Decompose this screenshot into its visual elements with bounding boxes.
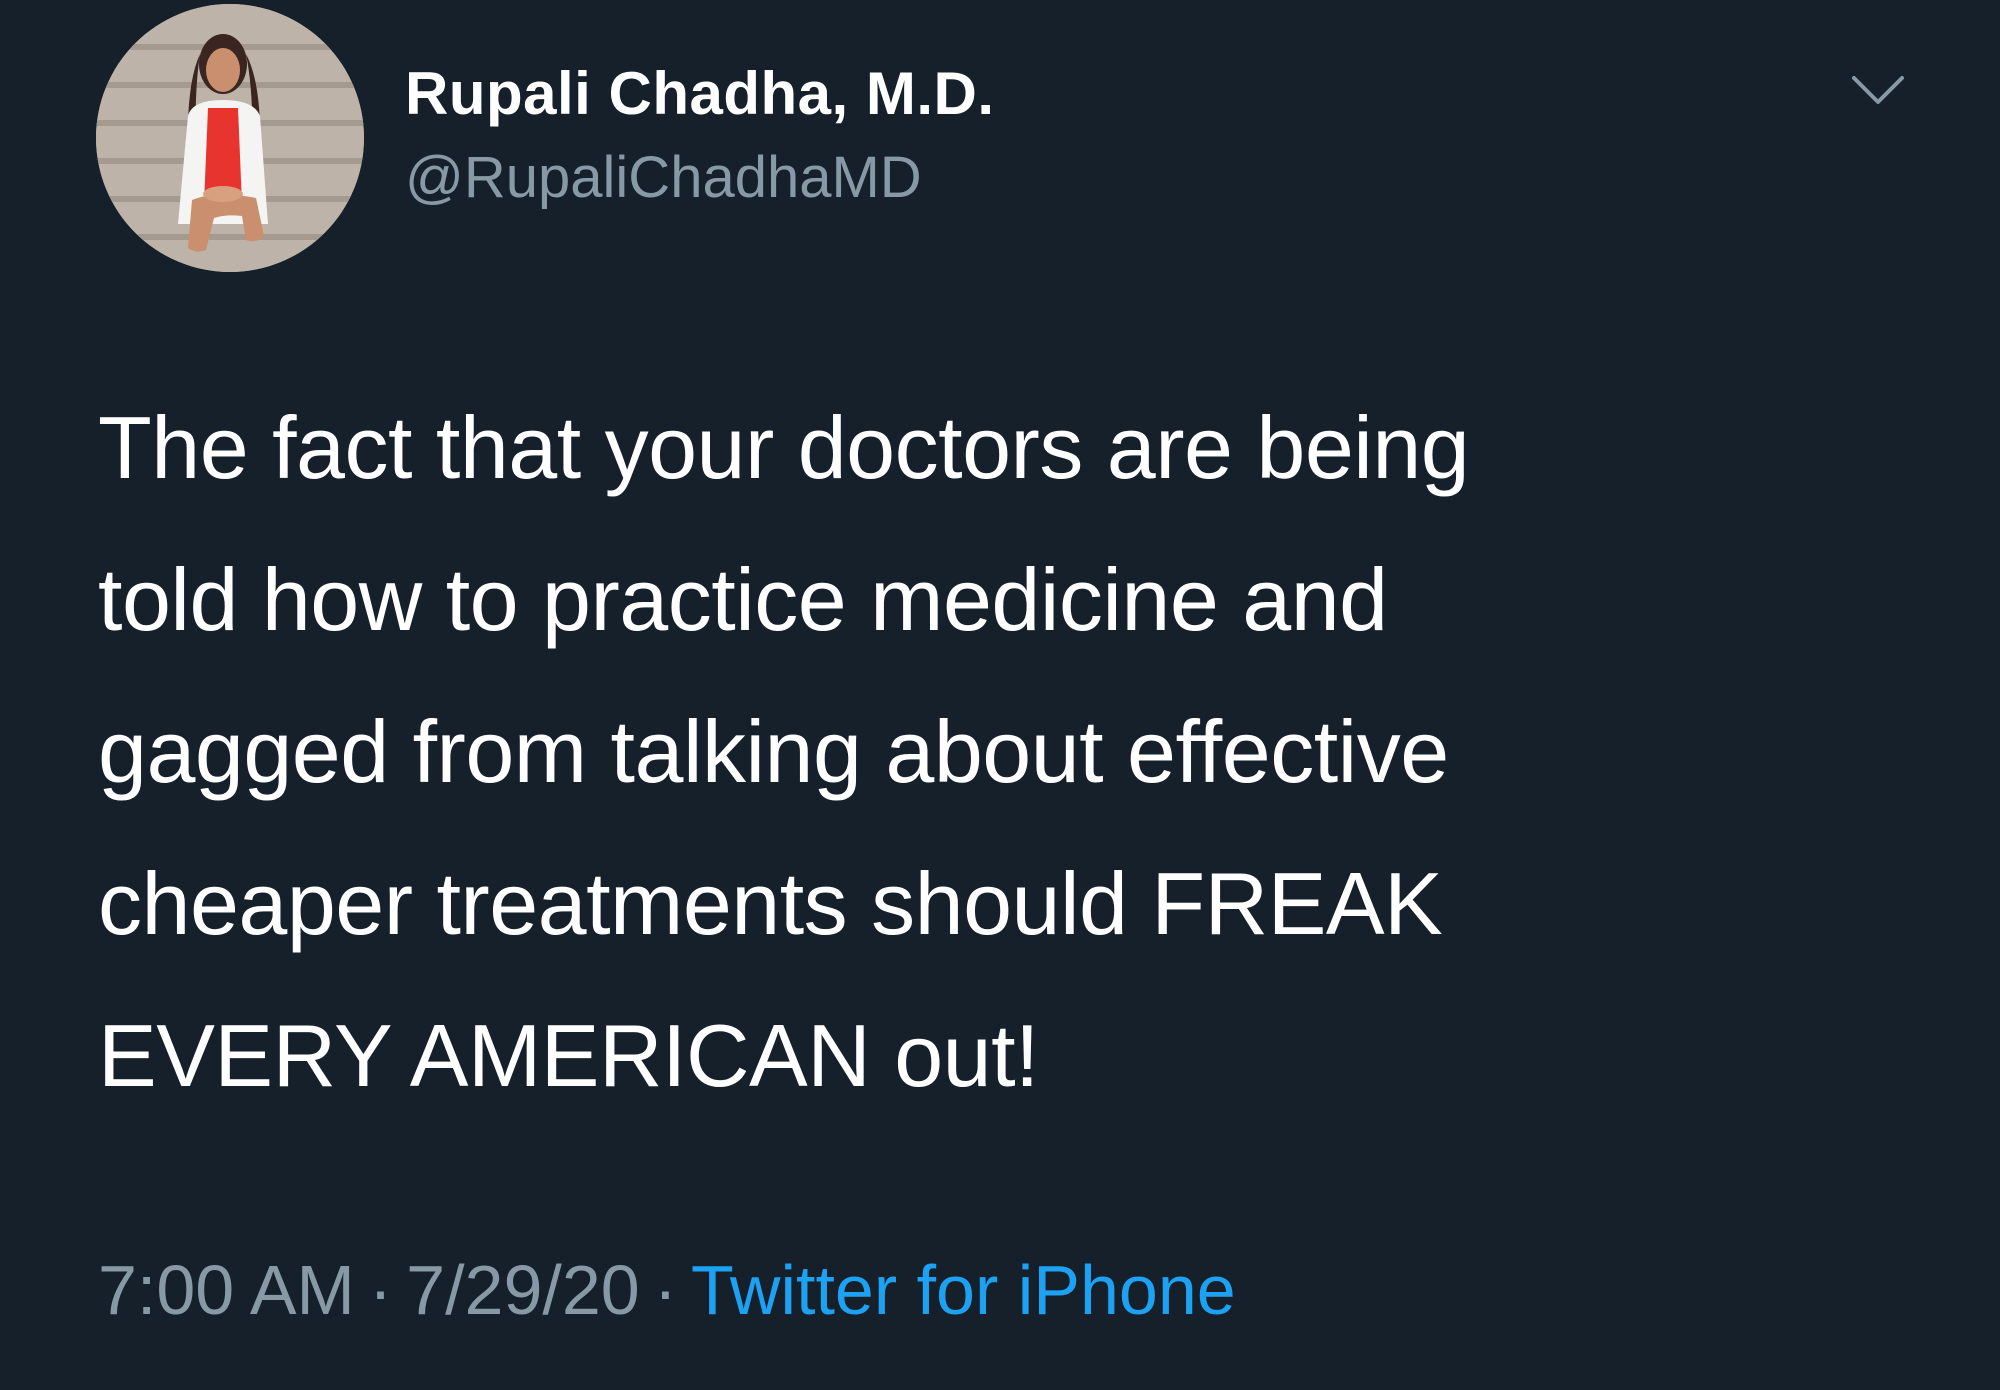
tweet-text-line: gagged from talking about effective xyxy=(98,702,1449,801)
author-display-name[interactable]: Rupali Chadha, M.D. xyxy=(405,58,995,130)
author-block[interactable]: Rupali Chadha, M.D. @RupaliChadhaMD xyxy=(405,58,995,212)
tweet-text-line: cheaper treatments should FREAK xyxy=(98,854,1443,953)
chevron-down-icon xyxy=(1852,76,1904,104)
author-handle[interactable]: @RupaliChadhaMD xyxy=(405,144,995,212)
meta-separator: · xyxy=(653,1251,678,1329)
meta-separator: · xyxy=(368,1251,393,1329)
tweet-menu-button[interactable] xyxy=(1848,70,1908,110)
tweet-text-line: The fact that your doctors are being xyxy=(98,398,1470,497)
tweet-text: The fact that your doctors are being tol… xyxy=(98,372,1938,1132)
tweet-time[interactable]: 7:00 AM xyxy=(98,1251,355,1329)
tweet-meta: 7:00 AM · 7/29/20 · Twitter for iPhone xyxy=(98,1248,1236,1332)
avatar-image xyxy=(96,4,364,272)
tweet-date[interactable]: 7/29/20 xyxy=(406,1251,640,1329)
avatar[interactable] xyxy=(96,4,364,272)
tweet-source-link[interactable]: Twitter for iPhone xyxy=(691,1251,1236,1329)
tweet-card: Rupali Chadha, M.D. @RupaliChadhaMD The … xyxy=(0,0,2000,1390)
tweet-text-line: EVERY AMERICAN out! xyxy=(98,1006,1039,1105)
tweet-text-line: told how to practice medicine and xyxy=(98,550,1388,649)
